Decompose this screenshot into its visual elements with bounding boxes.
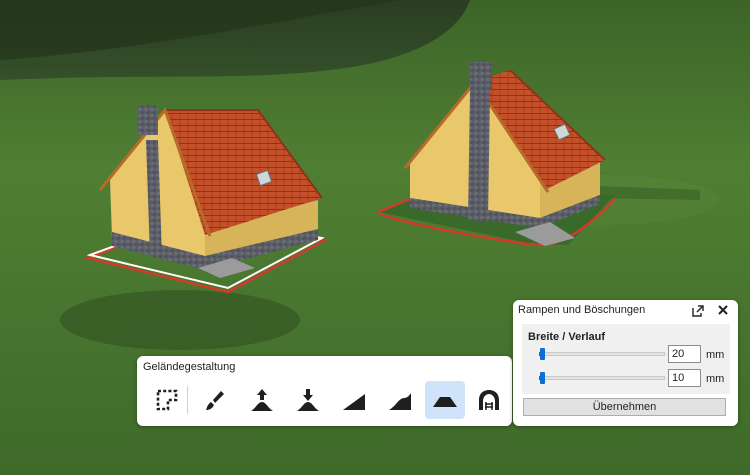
toolbar-divider [187,386,188,414]
apply-button[interactable]: Übernehmen [523,398,726,416]
paint-brush-button[interactable] [197,382,233,418]
ramp-embankment-button[interactable] [425,381,465,419]
lower-terrain-button[interactable] [290,382,326,418]
gradient-slider[interactable] [539,372,665,384]
close-icon[interactable] [716,303,730,317]
tunnel-icon [479,390,499,410]
panel-title: Rampen und Böschungen [518,304,646,316]
terrain-outline-icon [156,389,178,411]
ramp-embankment-icon [433,397,457,407]
slider-thumb[interactable] [539,372,545,384]
raise-terrain-icon [251,389,273,411]
terrain-outline-button[interactable] [149,382,185,418]
slider-track [539,352,665,356]
ramps-panel: Rampen und Böschungen Breite / Verlauf 2… [513,300,738,426]
width-input[interactable]: 20 [668,345,701,363]
toolbar-title: Geländegestaltung [143,361,236,373]
slider-track [539,376,665,380]
gradient-unit: mm [706,373,725,385]
popout-icon[interactable] [691,304,705,318]
width-unit: mm [706,349,725,361]
width-slider[interactable] [539,348,665,360]
slope-icon [343,394,365,410]
terrain-toolbar: Geländegestaltung [137,356,512,426]
slider-thumb[interactable] [539,348,545,360]
lower-terrain-icon [297,389,319,411]
tunnel-button[interactable] [471,382,507,418]
raise-terrain-button[interactable] [244,382,280,418]
section-label: Breite / Verlauf [528,331,606,343]
paint-brush-icon [206,391,224,410]
curved-slope-icon [389,393,411,410]
curved-slope-button[interactable] [382,382,418,418]
gradient-input[interactable]: 10 [668,369,701,387]
slope-button[interactable] [336,382,372,418]
width-gradient-section: Breite / Verlauf 20 mm 10 mm [522,324,730,394]
